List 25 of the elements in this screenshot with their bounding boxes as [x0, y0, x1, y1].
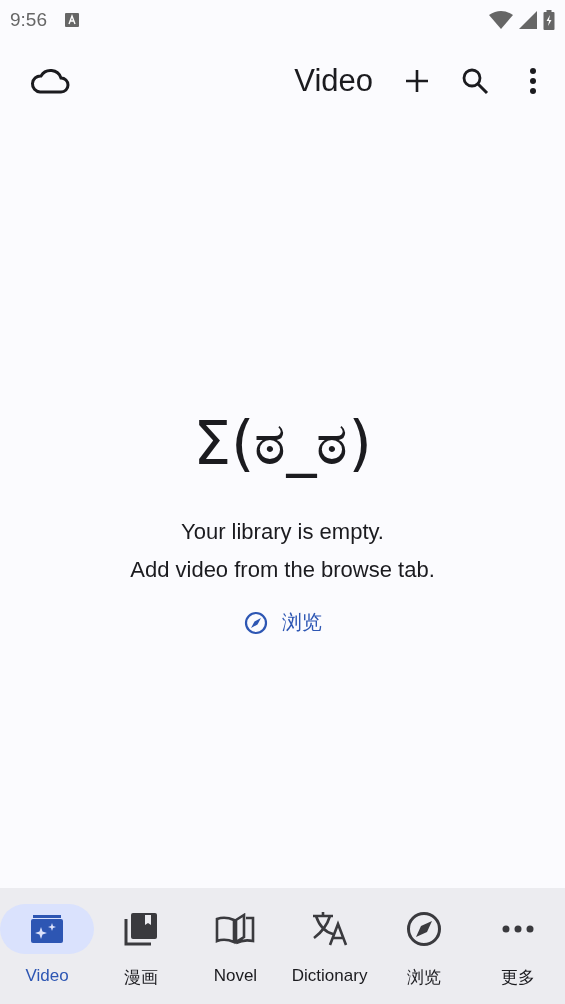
battery-icon — [543, 10, 555, 30]
wifi-icon — [489, 11, 513, 29]
nav-tab[interactable]: 浏览 — [376, 904, 471, 1004]
plus-icon — [405, 69, 429, 93]
empty-message: Your library is empty. Add video from the browse tab. — [130, 518, 435, 584]
nav-tab[interactable]: Novel — [188, 904, 283, 1004]
bookmark-stack-icon — [123, 911, 160, 947]
screen-title: Video — [294, 63, 373, 99]
status-time: 9:56 — [10, 9, 47, 31]
nav-tab[interactable]: 漫画 — [94, 904, 189, 1004]
more-icon — [501, 925, 534, 933]
compass-icon — [405, 911, 442, 947]
browse-button[interactable]: 浏览 — [233, 603, 332, 642]
compass-icon — [243, 610, 268, 635]
signal-icon — [519, 11, 537, 29]
kaomoji: Σ(ಠ_ಠ) — [193, 408, 372, 479]
translate-icon — [310, 911, 349, 947]
nav-tab[interactable]: Dictionary — [282, 904, 377, 1004]
cloud-icon — [30, 68, 70, 94]
search-icon — [461, 67, 489, 95]
keyboard-notification-icon — [65, 13, 79, 27]
nav-tab[interactable]: 更多 — [470, 904, 565, 1004]
book-icon — [215, 913, 256, 945]
menu-icon — [529, 67, 537, 95]
clapperboard-icon — [29, 913, 66, 945]
